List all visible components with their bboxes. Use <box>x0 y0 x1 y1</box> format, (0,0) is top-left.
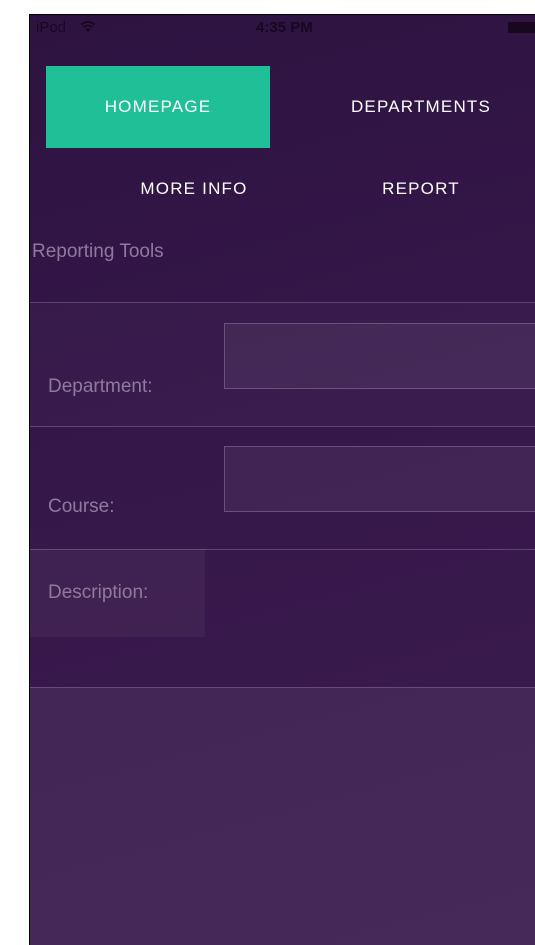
more-info-button[interactable]: MORE INFO <box>80 165 308 213</box>
description-textarea[interactable] <box>30 687 535 945</box>
homepage-button[interactable]: HOMEPAGE <box>46 66 270 148</box>
wifi-icon <box>80 21 96 32</box>
status-time: 4:35 PM <box>256 19 313 36</box>
divider <box>30 302 535 303</box>
battery-icon <box>508 22 535 33</box>
carrier-label: iPod <box>36 19 67 36</box>
divider <box>30 426 535 427</box>
status-bar: iPod 4:35 PM <box>30 15 535 39</box>
description-label: Description: <box>48 582 149 603</box>
page-title: Reporting Tools <box>32 241 164 262</box>
departments-button[interactable]: DEPARTMENTS <box>310 66 532 148</box>
department-label: Department: <box>48 376 153 397</box>
course-input[interactable] <box>224 446 535 512</box>
department-input[interactable] <box>224 323 535 389</box>
report-button[interactable]: REPORT <box>310 165 532 213</box>
course-label: Course: <box>48 496 115 517</box>
app-screen: iPod 4:35 PM HOMEPAGE DEPARTMENTS MORE I… <box>29 14 535 945</box>
